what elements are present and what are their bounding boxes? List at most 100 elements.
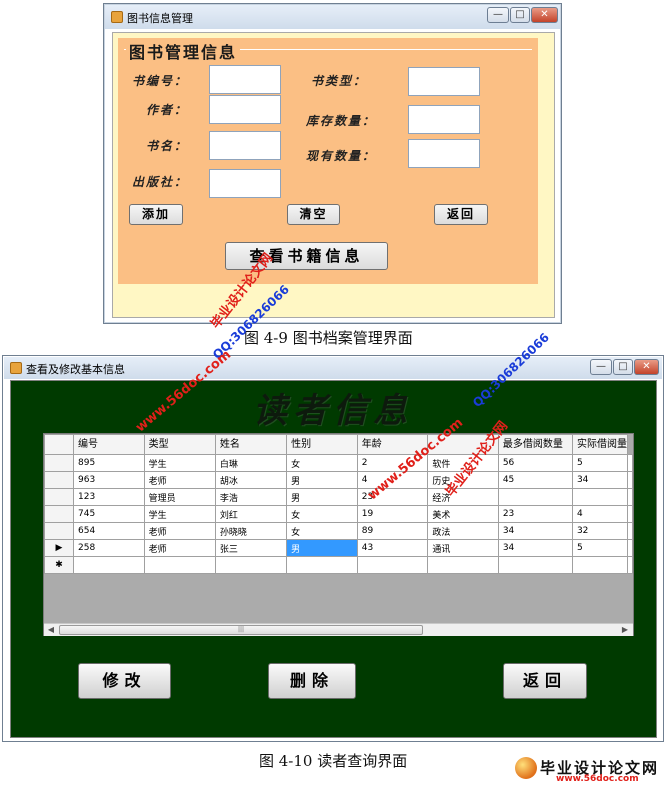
cell-age[interactable]: 43 [356,539,429,557]
cell-overflow[interactable] [627,522,633,540]
cell-department[interactable]: 通讯 [427,539,499,557]
maximize-button[interactable]: □ [613,359,633,375]
cell-id[interactable]: 123 [73,488,145,506]
new-row-cell[interactable] [73,556,145,574]
cell-id[interactable]: 654 [73,522,145,540]
cell-type[interactable]: 学生 [143,505,216,523]
table-row[interactable]: 745 学生 刘红女 19 美术 23 4 [44,505,633,523]
scroll-thumb[interactable]: ||| [59,625,423,635]
table-row[interactable]: ▶ 258 老师 张三男 43 通讯 34 5 [44,539,633,557]
row-header[interactable] [44,454,75,472]
new-row-cell[interactable] [571,556,629,574]
cell-id[interactable]: 963 [73,471,145,489]
new-row-cell[interactable] [143,556,216,574]
new-row-cell[interactable] [427,556,499,574]
new-row-cell[interactable] [214,556,288,574]
cell-name[interactable]: 刘红 [214,505,288,523]
cell-id[interactable]: 745 [73,505,145,523]
new-row-cell[interactable] [356,556,429,574]
new-row-cell[interactable] [497,556,573,574]
table-row[interactable]: 895 学生 白琳女 2 软件 56 5 [44,454,633,472]
current-qty-input[interactable] [408,139,480,168]
cell-overflow[interactable] [627,539,633,557]
row-header[interactable] [44,522,75,540]
table-row[interactable]: 963 老师 胡冰男 4 历史 45 34 [44,471,633,489]
cell-actual-borrow[interactable]: 32 [571,522,629,540]
cell-max-borrow[interactable]: 34 [497,539,573,557]
cell-gender[interactable]: 女 [286,505,358,523]
cell-overflow[interactable] [627,454,633,472]
horizontal-scrollbar[interactable]: ◀ ||| ▶ [44,623,633,636]
cell-name[interactable]: 孙晓晓 [214,522,288,540]
scroll-right-icon[interactable]: ▶ [619,624,631,636]
new-row[interactable]: ✱ [44,556,633,574]
book-type-input[interactable] [408,67,480,96]
row-header[interactable] [44,471,75,489]
cell-name[interactable]: 张三 [214,539,288,557]
close-button[interactable]: ✕ [531,7,558,23]
cell-max-borrow[interactable]: 56 [497,454,573,472]
title-bar[interactable]: 图书信息管理 — □ ✕ [105,5,560,29]
scroll-left-icon[interactable]: ◀ [45,624,57,636]
cell-actual-borrow[interactable]: 5 [571,454,629,472]
row-header[interactable] [44,488,75,506]
cell-name[interactable]: 白琳 [214,454,288,472]
cell-max-borrow[interactable]: 23 [497,505,573,523]
book-name-input[interactable] [209,131,281,160]
back-button[interactable]: 返回 [434,204,488,225]
cell-actual-borrow[interactable]: 4 [571,505,629,523]
cell-type[interactable]: 老师 [143,471,216,489]
stock-qty-input[interactable] [408,105,480,134]
cell-actual-borrow[interactable] [571,488,629,506]
column-header-type[interactable]: 类型 [143,434,216,455]
new-row-cell[interactable] [286,556,358,574]
minimize-button[interactable]: — [590,359,612,375]
column-header-name[interactable]: 姓名 [214,434,288,455]
cell-department[interactable]: 政法 [427,522,499,540]
row-header[interactable] [44,505,75,523]
cell-gender[interactable]: 男 [286,488,358,506]
publisher-input[interactable] [209,169,281,198]
close-button[interactable]: ✕ [634,359,659,375]
table-row[interactable]: 654 老师 孙晓晓女 89 政法 34 32 [44,522,633,540]
add-button[interactable]: 添加 [129,204,183,225]
column-header-id[interactable]: 编号 [73,434,145,455]
cell-type[interactable]: 学生 [143,454,216,472]
cell-age[interactable]: 89 [356,522,429,540]
cell-overflow[interactable] [627,488,633,506]
maximize-button[interactable]: □ [510,7,530,23]
row-header[interactable]: ▶ [44,539,75,557]
modify-button[interactable]: 修改 [78,663,171,699]
clear-button[interactable]: 清空 [287,204,340,225]
cell-gender[interactable]: 男 [286,471,358,489]
cell-max-borrow[interactable]: 34 [497,522,573,540]
minimize-button[interactable]: — [487,7,509,23]
cell-gender[interactable]: 女 [286,454,358,472]
cell-type[interactable]: 管理员 [143,488,216,506]
new-row-cell[interactable] [627,556,633,574]
delete-button[interactable]: 删除 [268,663,356,699]
column-header-actual-borrow[interactable]: 实际借阅量 [571,434,629,455]
cell-name[interactable]: 李浩 [214,488,288,506]
cell-department[interactable]: 经济 [427,488,499,506]
back-button[interactable]: 返回 [503,663,587,699]
cell-type[interactable]: 老师 [143,522,216,540]
cell-overflow[interactable] [627,505,633,523]
reader-data-grid[interactable]: 编号 类型 姓名 性别 年龄 最多借阅数量 实际借阅量 895 学生 白琳女 2 软件 5… [43,433,634,636]
column-header-max-borrow[interactable]: 最多借阅数量 [497,434,573,455]
cell-overflow[interactable] [627,471,633,489]
cell-department[interactable]: 美术 [427,505,499,523]
cell-id[interactable]: 258 [73,539,145,557]
author-input[interactable] [209,95,281,124]
cell-type[interactable]: 老师 [143,539,216,557]
column-header-gender[interactable]: 性别 [286,434,358,455]
cell-age[interactable]: 19 [356,505,429,523]
cell-gender[interactable]: 女 [286,522,358,540]
cell-actual-borrow[interactable]: 34 [571,471,629,489]
cell-actual-borrow[interactable]: 5 [571,539,629,557]
title-bar[interactable]: 查看及修改基本信息 — □ ✕ [4,357,662,379]
book-id-input[interactable] [209,65,281,94]
cell-gender[interactable]: 男 [286,539,358,557]
cell-max-borrow[interactable] [497,488,573,506]
table-row[interactable]: 123 管理员 李浩男 23 经济 [44,488,633,506]
